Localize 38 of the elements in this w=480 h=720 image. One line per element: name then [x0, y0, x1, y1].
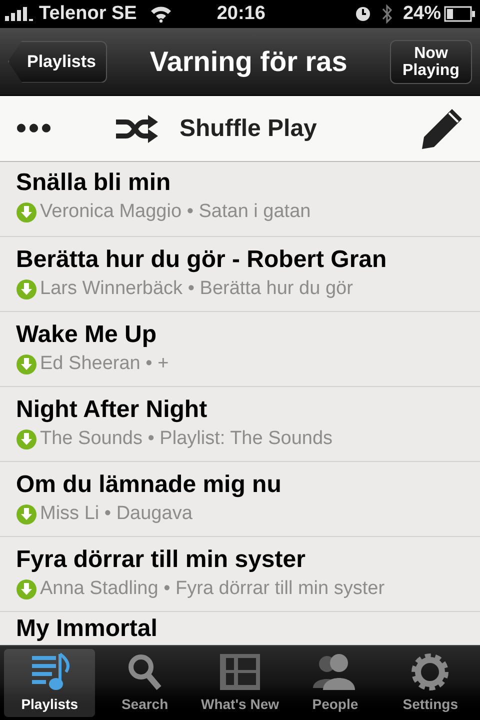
shuffle-play-button[interactable]: Shuffle Play: [114, 110, 317, 146]
carrier-name: Telenor SE: [39, 2, 137, 26]
wifi-icon: [148, 5, 173, 23]
track-title[interactable]: Night After Night: [16, 394, 464, 425]
tab-label: Playlists: [21, 695, 78, 714]
tab-label: Search: [121, 695, 168, 714]
tab-label: What's New: [201, 695, 280, 714]
track-subtitle: Veronica Maggio • Satan i gatan: [40, 200, 311, 224]
tab[interactable]: People: [290, 649, 381, 717]
signal-icon: [4, 6, 36, 22]
track-subtitle: The Sounds • Playlist: The Sounds: [40, 426, 333, 451]
edit-button[interactable]: [420, 106, 464, 150]
tab[interactable]: Playlists: [4, 649, 96, 717]
clock-time: 20:16: [216, 2, 266, 26]
track-title[interactable]: My Immortal: [16, 614, 464, 644]
bluetooth-icon: [380, 4, 393, 24]
window-title: Varning för ras: [148, 44, 348, 79]
battery-icon: [444, 6, 476, 22]
track-title[interactable]: Berätta hur du gör - Robert Gran: [16, 244, 464, 275]
track-title[interactable]: Wake Me Up: [16, 320, 464, 350]
track-title[interactable]: Fyra dörrar till min syster: [16, 544, 464, 575]
track-title[interactable]: Om du lämnade mig nu: [16, 470, 464, 500]
battery-percent: 24%: [402, 2, 441, 26]
tab[interactable]: Search: [99, 649, 190, 717]
tab[interactable]: Settings: [384, 649, 476, 717]
more-button[interactable]: •••: [16, 106, 54, 151]
track-title[interactable]: Snälla bli min: [16, 168, 464, 198]
track-subtitle: Ed Sheeran • +: [40, 352, 169, 376]
now-playing-button[interactable]: Now Playing: [390, 40, 472, 84]
shuffle-icon: [114, 112, 160, 144]
track-subtitle: Lars Winnerbäck • Berätta hur du gör: [40, 276, 353, 301]
alarm-clock-icon: [354, 6, 371, 22]
track-subtitle: Anna Stadling • Fyra dörrar till min syster: [40, 576, 385, 601]
tab[interactable]: What's New: [194, 649, 286, 717]
back-button[interactable]: Playlists: [8, 40, 107, 82]
track-subtitle: Miss Li • Daugava: [40, 502, 192, 526]
tab-label: Settings: [402, 695, 458, 714]
tab-label: People: [312, 695, 358, 714]
